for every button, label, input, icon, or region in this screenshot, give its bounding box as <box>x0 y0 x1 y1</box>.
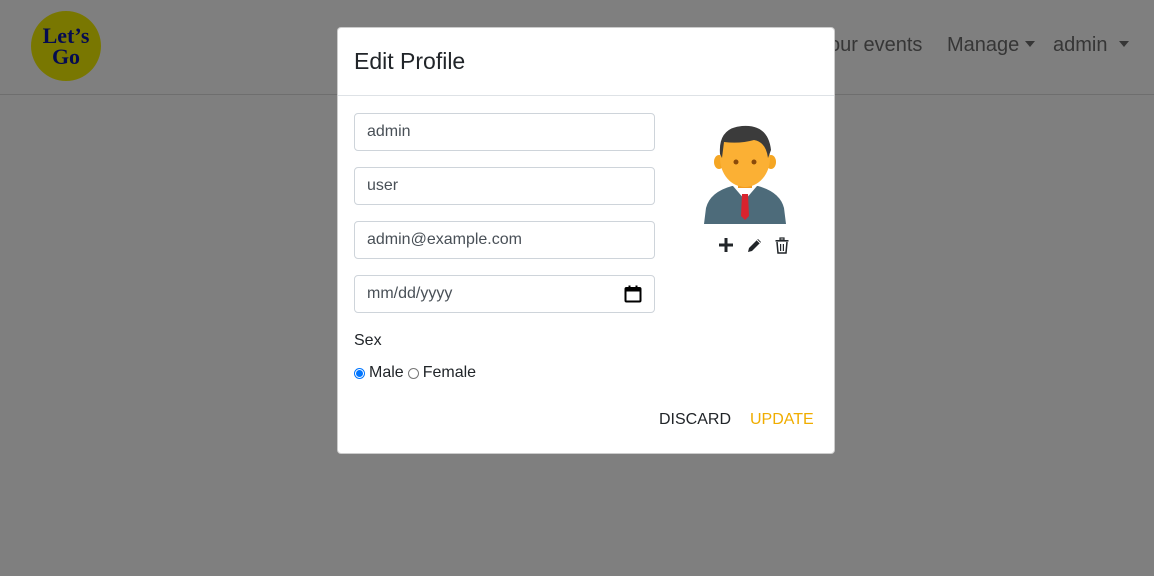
birthdate-field[interactable]: mm/dd/yyyy <box>354 275 655 313</box>
trash-icon[interactable] <box>772 235 792 255</box>
first-name-field[interactable]: admin <box>354 113 655 151</box>
avatar <box>702 120 788 224</box>
sex-label: Sex <box>354 332 382 349</box>
radio-male[interactable] <box>354 367 365 379</box>
email-field[interactable]: admin@example.com <box>354 221 655 259</box>
edit-profile-modal: Edit Profile admin user admin@example.co… <box>337 27 835 454</box>
plus-icon[interactable] <box>716 235 736 255</box>
avatar-actions <box>716 235 792 255</box>
pencil-icon[interactable] <box>744 235 764 255</box>
sex-radio-group: Male Female <box>354 364 480 382</box>
radio-male-label[interactable]: Male <box>369 364 404 382</box>
radio-female-label[interactable]: Female <box>423 364 476 382</box>
discard-button[interactable]: DISCARD <box>659 411 731 429</box>
modal-title: Edit Profile <box>354 48 466 74</box>
modal-header: Edit Profile <box>338 28 834 96</box>
update-button[interactable]: UPDATE <box>750 411 814 429</box>
calendar-icon[interactable] <box>624 285 642 303</box>
last-name-field[interactable]: user <box>354 167 655 205</box>
radio-female[interactable] <box>407 367 419 379</box>
date-placeholder: mm/dd/yyyy <box>367 285 453 302</box>
